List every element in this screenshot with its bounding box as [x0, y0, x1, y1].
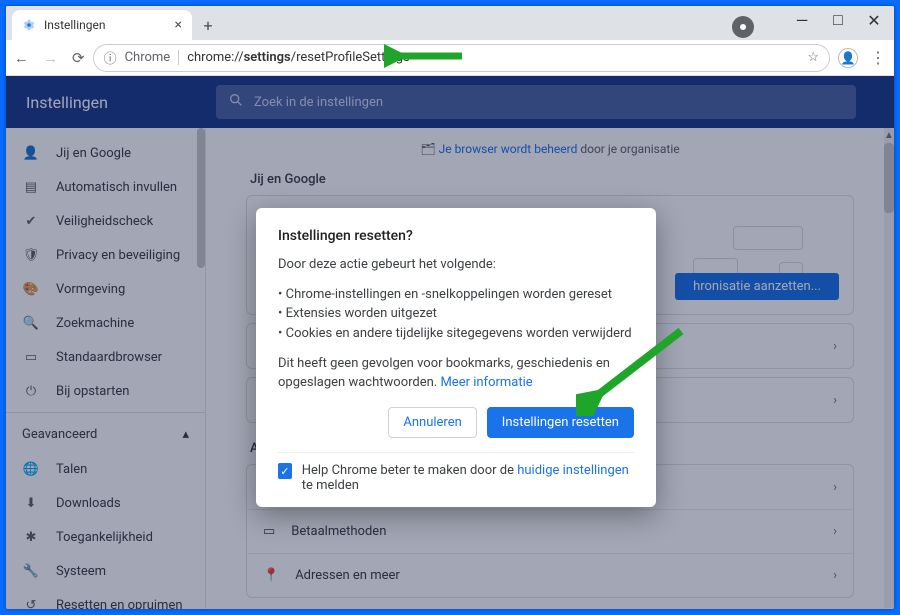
dialog-footer-text: Help Chrome beter te maken door de huidi… [302, 463, 634, 493]
window-maximize-button[interactable]: □ [820, 6, 856, 34]
dialog-intro: Door deze actie gebeurt het volgende: [278, 256, 634, 275]
dialog-bullet: Extensies worden uitgezet [278, 304, 634, 324]
tab-title: Instellingen [44, 18, 105, 32]
current-settings-link[interactable]: huidige instellingen [517, 463, 629, 478]
report-checkbox[interactable]: ✓ [278, 463, 292, 479]
more-info-link[interactable]: Meer informatie [440, 375, 532, 390]
gear-icon [22, 18, 36, 32]
url-origin-label: Chrome [125, 50, 180, 65]
back-button[interactable]: ← [14, 49, 29, 67]
newtab-button[interactable]: + [196, 13, 220, 37]
reload-button[interactable]: ⟳ [72, 49, 85, 67]
window-close-button[interactable]: ✕ [856, 6, 892, 34]
annotation-arrow-icon [384, 41, 464, 71]
dialog-title: Instellingen resetten? [278, 228, 634, 244]
bookmark-star-icon[interactable]: ☆ [807, 50, 819, 65]
dialog-bullet: Chrome-instellingen en -snelkoppelingen … [278, 285, 634, 305]
site-info-icon[interactable]: ⓘ [104, 48, 117, 67]
browser-tab[interactable]: Instellingen × [12, 10, 192, 40]
window-titlebar: Instellingen × + — □ ✕ [6, 6, 894, 40]
cancel-button[interactable]: Annuleren [388, 407, 476, 438]
camera-dot-icon [732, 16, 754, 38]
url-text: chrome://settings/resetProfileSettings [187, 50, 410, 65]
kebab-menu-icon[interactable]: ⋮ [870, 48, 886, 67]
profile-avatar-icon[interactable]: 👤 [838, 48, 858, 68]
window-minimize-button[interactable]: — [784, 6, 820, 34]
annotation-arrow-icon [576, 326, 686, 416]
forward-button[interactable]: → [43, 49, 58, 67]
tab-close-icon[interactable]: × [175, 17, 182, 33]
